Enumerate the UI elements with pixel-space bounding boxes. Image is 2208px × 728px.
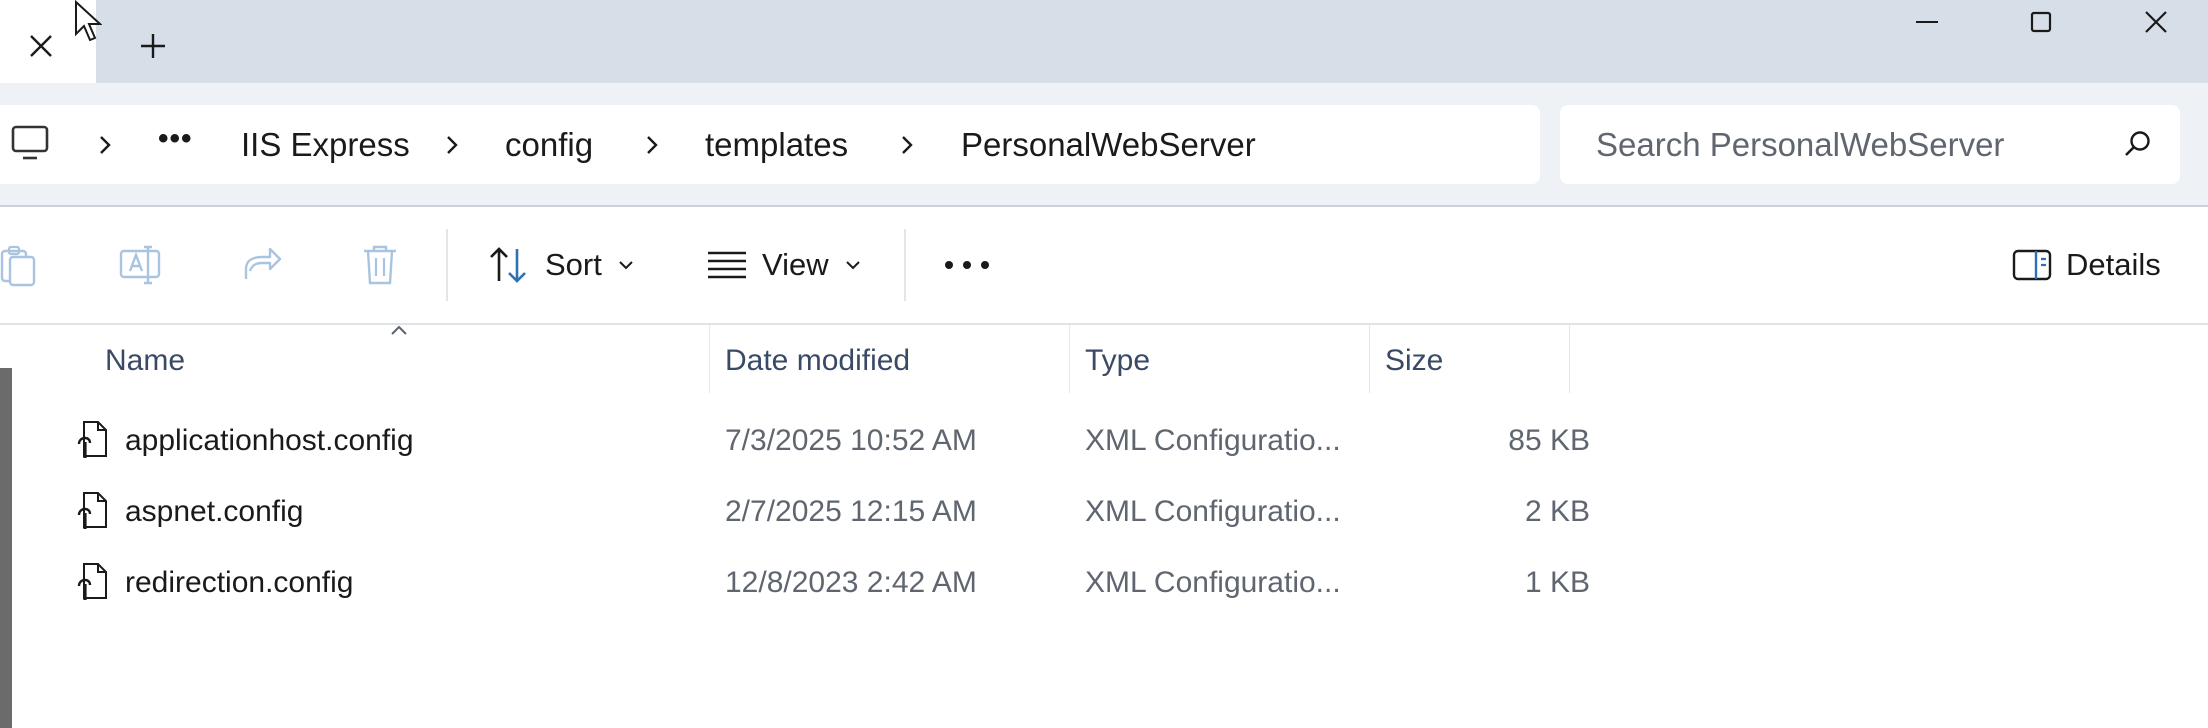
file-date: 12/8/2023 2:42 AM: [725, 566, 977, 599]
config-file-icon: [77, 421, 107, 458]
file-name: aspnet.config: [125, 495, 304, 528]
file-row[interactable]: applicationhost.config 7/3/2025 10:52 AM…: [60, 406, 1590, 476]
details-pane-button[interactable]: Details: [2012, 235, 2161, 295]
paste-button[interactable]: [0, 235, 40, 295]
details-label: Details: [2066, 247, 2161, 282]
file-name: applicationhost.config: [125, 424, 414, 457]
more-options-button[interactable]: [944, 235, 990, 295]
column-header-name[interactable]: Name: [105, 330, 185, 392]
chevron-right-icon[interactable]: [898, 105, 916, 184]
maximize-icon: [2030, 11, 2052, 33]
file-size: 2 KB: [1524, 495, 1590, 528]
title-bar: [0, 0, 2208, 83]
paste-icon: [0, 245, 36, 287]
rename-button[interactable]: [118, 235, 164, 295]
config-file-icon: [77, 563, 107, 600]
view-label: View: [762, 247, 829, 282]
window-close-button[interactable]: [2124, 0, 2188, 44]
breadcrumb-personalwebserver[interactable]: PersonalWebServer: [961, 105, 1256, 184]
divider: [0, 323, 2208, 325]
breadcrumb-config[interactable]: config: [505, 105, 593, 184]
column-header-size[interactable]: Size: [1385, 330, 1443, 392]
file-type: XML Configuratio...: [1085, 495, 1341, 528]
computer-icon[interactable]: [10, 123, 50, 163]
toolbar-separator: [446, 229, 448, 301]
list-view-icon: [708, 251, 746, 279]
share-button[interactable]: [240, 235, 284, 295]
navigation-pane-edge: [0, 368, 12, 728]
file-date: 2/7/2025 12:15 AM: [725, 495, 977, 528]
breadcrumb[interactable]: ••• IIS Express config templates Persona…: [0, 105, 1540, 184]
close-icon: [30, 35, 52, 57]
column-header-type[interactable]: Type: [1085, 330, 1150, 392]
search-box[interactable]: [1560, 105, 2180, 184]
column-separator[interactable]: [1569, 325, 1570, 393]
column-separator[interactable]: [1069, 325, 1070, 393]
delete-icon: [364, 245, 396, 285]
plus-icon: [141, 34, 165, 58]
command-bar: Sort View Details: [0, 207, 2208, 323]
minimize-button[interactable]: [1895, 0, 1959, 44]
sort-label: Sort: [545, 247, 602, 282]
delete-button[interactable]: [360, 235, 400, 295]
view-button[interactable]: View: [706, 235, 861, 295]
details-pane-icon: [2012, 249, 2052, 281]
file-row[interactable]: aspnet.config 2/7/2025 12:15 AM XML Conf…: [60, 477, 1590, 547]
chevron-right-icon[interactable]: [96, 105, 114, 184]
share-icon: [244, 247, 282, 279]
maximize-button[interactable]: [2009, 0, 2073, 44]
column-separator[interactable]: [1369, 325, 1370, 393]
sort-ascending-icon: [391, 325, 407, 335]
column-header-date-modified[interactable]: Date modified: [725, 330, 910, 392]
breadcrumb-overflow-button[interactable]: •••: [158, 105, 193, 184]
chevron-down-icon: [845, 261, 860, 270]
file-type: XML Configuratio...: [1085, 566, 1341, 599]
breadcrumb-templates[interactable]: templates: [705, 105, 848, 184]
minimize-icon: [1916, 21, 1938, 23]
breadcrumb-iis-express[interactable]: IIS Express: [241, 105, 410, 184]
more-icon: [945, 261, 989, 269]
file-size: 1 KB: [1524, 566, 1590, 599]
new-tab-button[interactable]: [132, 25, 174, 67]
file-type: XML Configuratio...: [1085, 424, 1341, 457]
file-size: 85 KB: [1508, 424, 1590, 457]
tab-close-button[interactable]: [20, 25, 62, 67]
chevron-right-icon[interactable]: [443, 105, 461, 184]
file-date: 7/3/2025 10:52 AM: [725, 424, 977, 457]
address-row: ••• IIS Express config templates Persona…: [0, 83, 2208, 205]
toolbar-separator: [904, 229, 906, 301]
chevron-right-icon[interactable]: [643, 105, 661, 184]
search-icon[interactable]: [2123, 129, 2153, 159]
file-row[interactable]: redirection.config 12/8/2023 2:42 AM XML…: [60, 548, 1590, 618]
search-input[interactable]: [1596, 105, 2116, 184]
config-file-icon: [77, 492, 107, 529]
file-name: redirection.config: [125, 566, 354, 599]
close-icon: [2145, 11, 2167, 33]
sort-button[interactable]: Sort: [487, 235, 634, 295]
chevron-down-icon: [619, 261, 633, 270]
sort-icon: [490, 247, 526, 283]
rename-icon: [119, 245, 161, 285]
mouse-cursor-icon: [75, 0, 102, 42]
column-separator[interactable]: [709, 325, 710, 393]
